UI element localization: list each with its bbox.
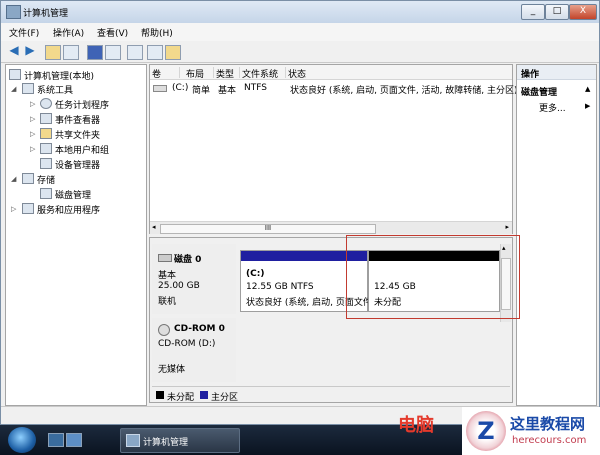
expand-arrow-icon[interactable]: ▷ [30,115,35,123]
properties-icon[interactable] [105,45,121,60]
legend-label: 主分区 [211,393,239,403]
actions-section-disk-management[interactable]: 磁盘管理 [521,85,557,98]
volume-list-header: 卷 布局 类型 文件系统 状态 [150,65,512,80]
expand-arrow-icon[interactable]: ▷ [30,145,35,153]
show-desktop-icon[interactable] [48,433,64,447]
column-header[interactable]: 文件系统 [240,67,286,80]
console-tree: 计算机管理(本地) ◢ 系统工具 ▷ 任务计划程序 ▷ 事件查看器 ▷ 共享文件… [5,64,147,406]
expand-arrow-icon[interactable]: ▷ [30,100,35,108]
tree-root[interactable]: 计算机管理(本地) [9,69,94,82]
volume-icon [153,85,167,92]
actions-more[interactable]: 更多... [539,101,566,114]
submenu-arrow-icon[interactable]: ▶ [585,102,590,110]
legend-swatch-unallocated [156,391,164,399]
cell-filesystem: NTFS [244,83,267,93]
tree-item-disk-management[interactable]: 磁盘管理 [40,188,91,201]
toolbar: ◀ ▶ [1,41,599,63]
column-header[interactable]: 状态 [286,67,512,80]
show-tree-icon[interactable] [63,45,79,60]
disk-icon [40,188,52,199]
watermark: Z 这里教程网 herecours.com [462,407,600,455]
maximize-button[interactable]: □ [545,4,569,20]
refresh-icon[interactable] [127,45,143,60]
watermark-text: 电脑 [398,415,434,436]
cell-status: 状态良好 (系统, 启动, 页面文件, 活动, 故障转储, 主分区) [290,86,518,96]
clock-icon [40,98,52,109]
actions-pane: 操作 磁盘管理 ▲ 更多... ▶ [516,64,597,406]
close-button[interactable]: X [569,4,597,20]
title-bar[interactable]: 计算机管理 _ □ X [1,1,599,23]
collapse-arrow-icon[interactable]: ◢ [11,175,16,183]
start-orb-icon[interactable] [8,427,36,453]
event-log-icon [40,113,52,124]
tree-item-storage[interactable]: 存储 [22,173,55,186]
storage-icon [22,173,34,184]
services-icon [22,203,34,214]
cdrom-area [240,322,498,382]
shared-folder-icon [40,128,52,139]
tree-item-system-tools[interactable]: 系统工具 [22,83,73,96]
forward-arrow-icon[interactable]: ▶ [23,44,37,58]
switch-windows-icon[interactable] [66,433,82,447]
volume-list: 卷 布局 类型 文件系统 状态 (C:) 简单 基本 NTFS 状态良好 (系统… [149,64,518,234]
scroll-right-icon[interactable]: ▸ [505,223,509,231]
collapse-up-icon[interactable]: ▲ [585,85,590,93]
device-manager-icon [40,158,52,169]
tree-item-local-users[interactable]: 本地用户和组 [40,143,109,156]
tree-item-task-scheduler[interactable]: 任务计划程序 [40,98,109,111]
column-header[interactable]: 类型 [214,67,240,80]
cdrom-icon [158,324,170,336]
column-header[interactable]: 卷 [150,67,180,80]
cell-volume: (C:) [172,83,189,93]
collapse-arrow-icon[interactable]: ◢ [11,85,16,93]
tools-icon [22,83,34,94]
export-icon[interactable] [147,45,163,60]
back-arrow-icon[interactable]: ◀ [7,44,21,58]
menu-help[interactable]: 帮助(H) [141,26,173,39]
menu-file[interactable]: 文件(F) [9,26,39,39]
tree-item-device-manager[interactable]: 设备管理器 [40,158,100,171]
menu-view[interactable]: 查看(V) [97,26,128,39]
site-logo: Z [466,411,506,451]
cell-layout: 简单 [192,86,211,96]
site-url: herecours.com [512,435,587,446]
expand-arrow-icon[interactable]: ▷ [11,205,16,213]
computer-management-window: 计算机管理 _ □ X 文件(F) 操作(A) 查看(V) 帮助(H) ◀ ▶ … [0,0,600,425]
expand-arrow-icon[interactable]: ▷ [30,130,35,138]
scroll-left-icon[interactable]: ◂ [152,223,156,231]
app-icon [6,5,21,19]
disk-0-label[interactable]: 磁盘 0 基本 25.00 GB 联机 [152,244,236,314]
scroll-thumb[interactable]: III [160,224,376,234]
computer-icon [9,69,21,80]
highlight-box [346,235,520,319]
taskbar-button-computer-management[interactable]: 计算机管理 [120,428,240,453]
cdrom-0-label[interactable]: CD-ROM 0 CD-ROM (D:) 无媒体 [152,318,236,382]
actions-header: 操作 [517,65,596,80]
tree-item-services[interactable]: 服务和应用程序 [22,203,100,216]
tree-item-shared-folders[interactable]: 共享文件夹 [40,128,100,141]
settings-icon[interactable] [165,45,181,60]
legend: 未分配 主分区 [152,386,510,403]
window-title: 计算机管理 [23,9,69,19]
horizontal-scrollbar[interactable]: ◂ III ▸ [150,221,512,234]
column-header[interactable]: 布局 [184,67,214,80]
legend-label: 未分配 [167,393,195,403]
users-icon [40,143,52,154]
cell-type: 基本 [218,86,237,96]
legend-swatch-primary [200,391,208,399]
help-icon[interactable] [87,45,103,60]
up-folder-icon[interactable] [45,45,61,60]
menu-bar: 文件(F) 操作(A) 查看(V) 帮助(H) [1,23,599,41]
tree-item-event-viewer[interactable]: 事件查看器 [40,113,100,126]
minimize-button[interactable]: _ [521,4,545,20]
app-icon [126,434,140,447]
menu-action[interactable]: 操作(A) [53,26,84,39]
site-name: 这里教程网 [510,415,586,433]
hard-disk-icon [158,254,172,262]
